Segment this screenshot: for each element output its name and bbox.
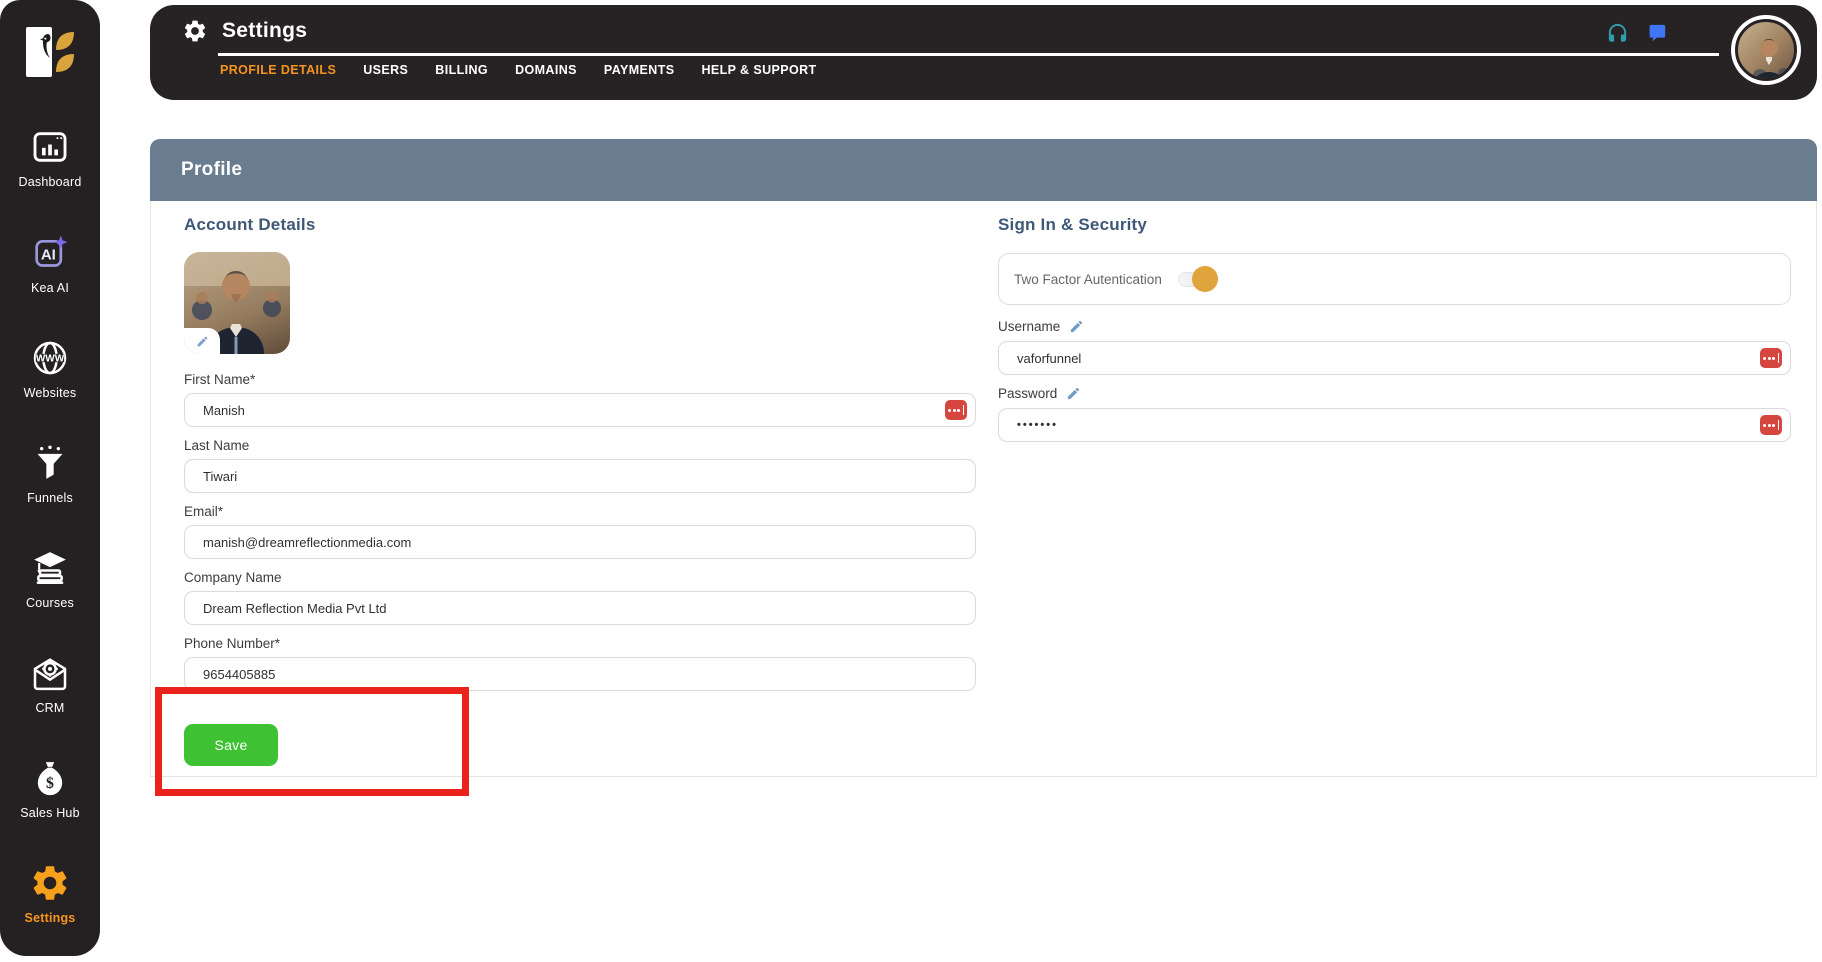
svg-text:AI: AI (41, 247, 56, 264)
password-manager-icon[interactable] (945, 400, 967, 420)
courses-graduation-icon (29, 547, 71, 589)
sidebar-item-sales-hub[interactable]: $ Sales Hub (0, 757, 100, 820)
user-avatar[interactable] (1731, 15, 1801, 85)
sidebar: Dashboard AI Kea AI WWW Websites (0, 0, 100, 956)
save-button[interactable]: Save (184, 724, 278, 766)
crm-envelope-icon (29, 652, 71, 694)
profile-card: Account Details First (150, 201, 1817, 777)
sidebar-item-crm[interactable]: CRM (0, 652, 100, 715)
password-manager-icon[interactable] (1760, 348, 1782, 368)
password-input[interactable] (998, 408, 1791, 442)
two-factor-box: Two Factor Autentication (998, 253, 1791, 305)
kea-ai-icon: AI (29, 232, 71, 274)
settings-gear-header-icon (182, 18, 208, 44)
edit-photo-icon[interactable] (184, 328, 220, 354)
page-title: Settings (222, 19, 307, 43)
sidebar-item-label: Courses (26, 596, 74, 610)
sales-hub-moneybag-icon: $ (29, 757, 71, 799)
sidebar-item-label: Dashboard (19, 175, 82, 189)
username-label: Username (998, 319, 1060, 334)
first-name-label: First Name* (184, 372, 976, 387)
tab-profile-details[interactable]: PROFILE DETAILS (220, 63, 336, 77)
dashboard-icon (29, 126, 71, 168)
phone-number-label: Phone Number* (184, 636, 976, 651)
settings-gear-icon (29, 862, 71, 904)
tab-billing[interactable]: BILLING (435, 63, 488, 77)
last-name-input[interactable] (184, 459, 976, 493)
sidebar-item-label: Websites (24, 386, 77, 400)
tab-help-support[interactable]: HELP & SUPPORT (701, 63, 816, 77)
company-name-input[interactable] (184, 591, 976, 625)
svg-text:WWW: WWW (36, 354, 65, 365)
last-name-label: Last Name (184, 438, 976, 453)
two-factor-toggle[interactable] (1178, 271, 1218, 288)
password-manager-icon[interactable] (1760, 415, 1782, 435)
chat-bubble-icon[interactable] (1645, 23, 1667, 45)
tab-domains[interactable]: DOMAINS (515, 63, 577, 77)
tab-payments[interactable]: PAYMENTS (604, 63, 675, 77)
two-factor-label: Two Factor Autentication (1014, 272, 1162, 287)
profile-section-title: Profile (181, 159, 242, 181)
funnel-icon (29, 442, 71, 484)
top-header: Settings PROFILE DETAILS USERS BILLING D… (150, 5, 1817, 100)
sidebar-item-kea-ai[interactable]: AI Kea AI (0, 232, 100, 295)
account-details-section: Account Details First (184, 215, 976, 766)
email-input[interactable] (184, 525, 976, 559)
sidebar-item-label: Settings (25, 911, 76, 925)
account-details-title: Account Details (184, 215, 976, 235)
sidebar-item-settings[interactable]: Settings (0, 862, 100, 925)
sign-in-security-section: Sign In & Security Two Factor Autenticat… (998, 215, 1791, 453)
sidebar-item-label: Funnels (27, 491, 73, 505)
password-label: Password (998, 386, 1057, 401)
first-name-input[interactable] (184, 393, 976, 427)
sidebar-item-label: Kea AI (31, 281, 69, 295)
settings-tabs: PROFILE DETAILS USERS BILLING DOMAINS PA… (220, 63, 817, 77)
profile-section-header: Profile (150, 139, 1817, 201)
headset-icon[interactable] (1606, 22, 1629, 45)
email-label: Email* (184, 504, 976, 519)
edit-password-icon[interactable] (1066, 386, 1081, 401)
username-input[interactable] (998, 341, 1791, 375)
sidebar-item-label: CRM (35, 701, 64, 715)
kea-logo[interactable] (22, 24, 78, 80)
sidebar-item-funnels[interactable]: Funnels (0, 442, 100, 505)
profile-photo[interactable] (184, 252, 290, 354)
edit-username-icon[interactable] (1069, 319, 1084, 334)
sidebar-item-dashboard[interactable]: Dashboard (0, 126, 100, 189)
header-underline (218, 53, 1719, 56)
websites-globe-icon: WWW (29, 337, 71, 379)
svg-text:$: $ (46, 775, 54, 792)
sign-in-security-title: Sign In & Security (998, 215, 1791, 235)
sidebar-item-websites[interactable]: WWW Websites (0, 337, 100, 400)
phone-number-input[interactable] (184, 657, 976, 691)
company-name-label: Company Name (184, 570, 976, 585)
sidebar-item-courses[interactable]: Courses (0, 547, 100, 610)
tab-users[interactable]: USERS (363, 63, 408, 77)
sidebar-item-label: Sales Hub (20, 806, 79, 820)
